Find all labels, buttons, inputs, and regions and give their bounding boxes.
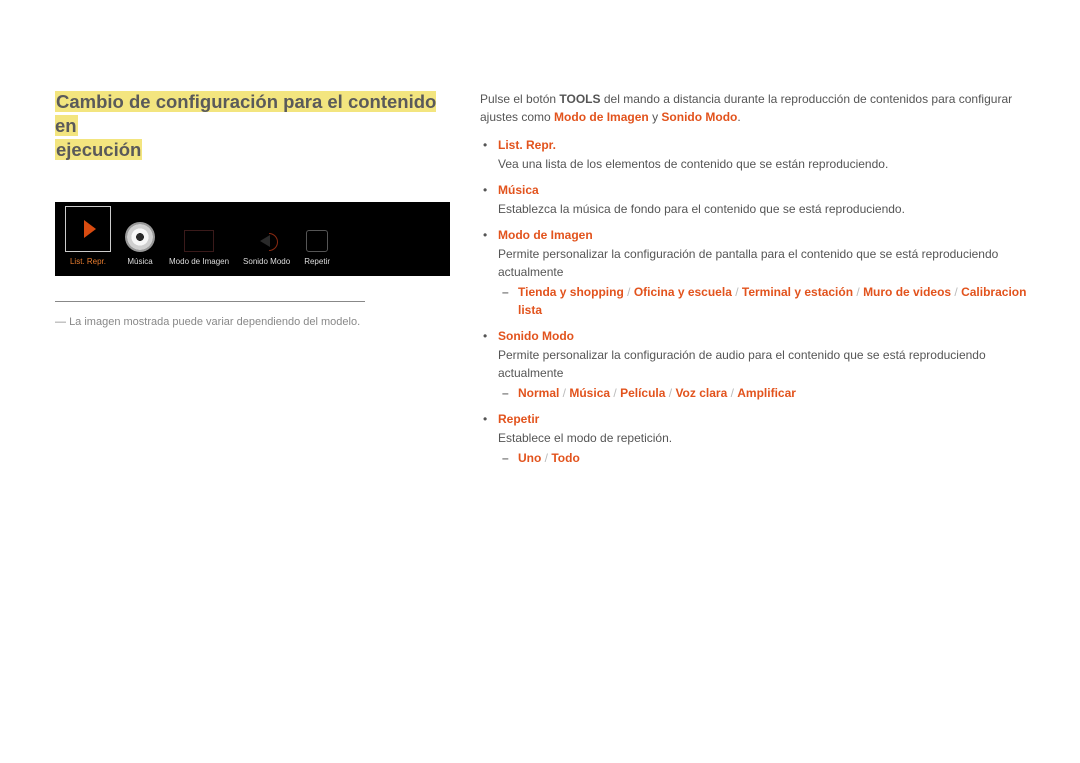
label-musica: Música: [498, 183, 539, 197]
player-label-repetir: Repetir: [304, 256, 330, 268]
item-musica: Música Establezca la música de fondo par…: [480, 181, 1030, 218]
player-label-modo-imagen: Modo de Imagen: [169, 256, 229, 268]
player-label-musica: Música: [127, 256, 152, 268]
label-sonido-modo: Sonido Modo: [498, 329, 574, 343]
sub-modo-imagen: Tienda y shopping / Oficina y escuela / …: [498, 283, 1030, 319]
title-line-1: Cambio de configuración para el contenid…: [55, 91, 436, 136]
desc-list-repr: Vea una lista de los elementos de conten…: [498, 155, 1030, 173]
desc-repetir: Establece el modo de repetición.: [498, 429, 1030, 447]
item-repetir: Repetir Establece el modo de repetición.…: [480, 410, 1030, 467]
page-title: Cambio de configuración para el contenid…: [55, 90, 450, 162]
sub-repetir: Uno / Todo: [498, 449, 1030, 467]
sub-sonido-modo: Normal / Música / Película / Voz clara /…: [498, 384, 1030, 402]
player-item-modo-imagen[interactable]: Modo de Imagen: [169, 230, 229, 268]
frame-icon: [184, 230, 214, 252]
repeat-icon: [306, 230, 328, 252]
play-icon: [65, 206, 111, 252]
player-item-musica[interactable]: Música: [125, 222, 155, 268]
intro-paragraph: Pulse el botón TOOLS del mando a distanc…: [480, 90, 1030, 126]
speaker-icon: [256, 230, 278, 252]
options-list: List. Repr. Vea una lista de los element…: [480, 136, 1030, 467]
item-modo-imagen: Modo de Imagen Permite personalizar la c…: [480, 226, 1030, 319]
desc-modo-imagen: Permite personalizar la configuración de…: [498, 245, 1030, 281]
player-item-list-repr[interactable]: List. Repr.: [65, 206, 111, 268]
desc-sonido-modo: Permite personalizar la configuración de…: [498, 346, 1030, 382]
label-modo-imagen: Modo de Imagen: [498, 228, 593, 242]
item-list-repr: List. Repr. Vea una lista de los element…: [480, 136, 1030, 173]
player-item-sonido-modo[interactable]: Sonido Modo: [243, 230, 290, 268]
tools-keyword: TOOLS: [559, 92, 600, 106]
divider: [55, 301, 365, 302]
label-list-repr: List. Repr.: [498, 138, 556, 152]
item-sonido-modo: Sonido Modo Permite personalizar la conf…: [480, 327, 1030, 402]
footnote: La imagen mostrada puede variar dependie…: [55, 314, 450, 331]
player-item-repetir[interactable]: Repetir: [304, 230, 330, 268]
label-repetir: Repetir: [498, 412, 539, 426]
left-column: Cambio de configuración para el contenid…: [55, 90, 450, 331]
right-column: Pulse el botón TOOLS del mando a distanc…: [480, 90, 1030, 467]
player-label-sonido-modo: Sonido Modo: [243, 256, 290, 268]
desc-musica: Establezca la música de fondo para el co…: [498, 200, 1030, 218]
player-toolbar: List. Repr. Música Modo de Imagen Sonido…: [55, 202, 450, 276]
disc-icon: [125, 222, 155, 252]
title-line-2: ejecución: [55, 139, 142, 160]
player-label-list-repr: List. Repr.: [70, 256, 106, 268]
